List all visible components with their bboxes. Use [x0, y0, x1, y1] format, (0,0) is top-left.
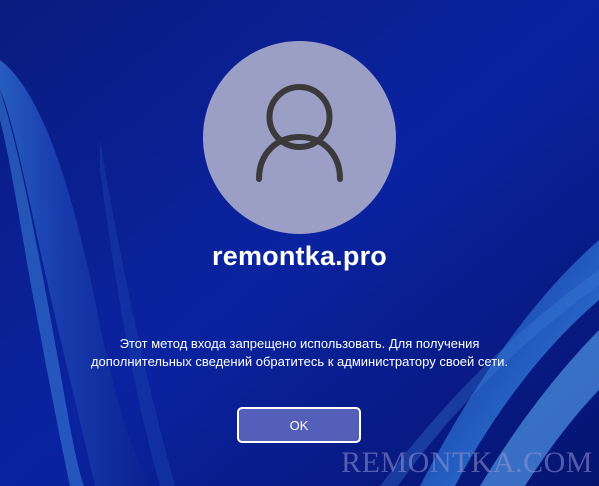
error-message-line-1: Этот метод входа запрещено использовать.…	[119, 336, 480, 351]
username-label: remontka.pro	[212, 241, 387, 271]
error-message: Этот метод входа запрещено использовать.…	[40, 335, 559, 371]
user-avatar	[203, 41, 396, 234]
watermark-text: REMONTKA.COM	[341, 446, 593, 479]
error-message-line-2: дополнительных сведений обратитесь к адм…	[90, 354, 509, 369]
person-icon	[256, 84, 343, 182]
ok-button[interactable]: OK	[237, 407, 361, 443]
